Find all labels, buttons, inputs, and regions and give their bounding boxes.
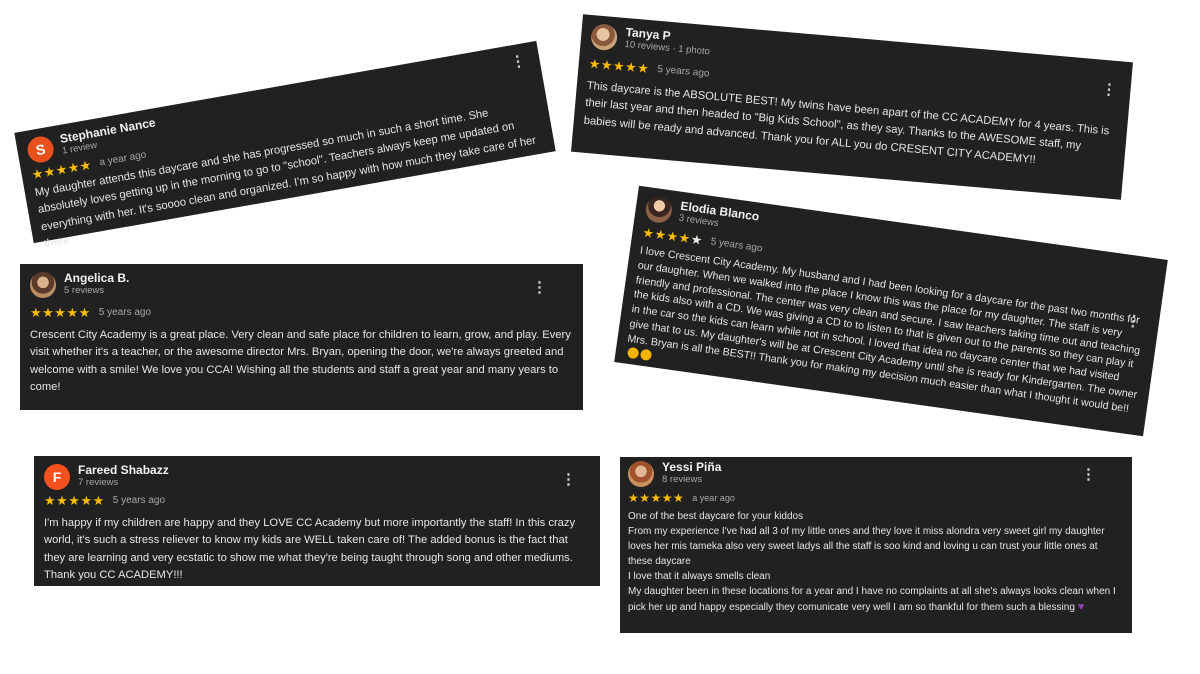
- review-date: 5 years ago: [112, 495, 166, 506]
- review-header: Angelica B. 5 reviews ⋮: [30, 271, 571, 298]
- more-options-icon[interactable]: ⋮: [1123, 312, 1144, 331]
- avatar[interactable]: F: [44, 464, 70, 490]
- avatar[interactable]: [628, 461, 654, 487]
- review-date: a year ago: [692, 493, 735, 503]
- review-text: I'm happy if my children are happy and t…: [44, 517, 576, 582]
- review-date: 5 years ago: [656, 63, 710, 80]
- more-options-icon[interactable]: ⋮: [1079, 467, 1098, 482]
- avatar[interactable]: [30, 272, 56, 298]
- star-rating: ★★★★★: [588, 55, 651, 77]
- review-header: F Fareed Shabazz 7 reviews ⋮: [44, 463, 588, 490]
- reviewer-meta: 5 reviews: [64, 284, 105, 296]
- star-rating: ★★★★★: [628, 491, 685, 505]
- review-card-yessi: Yessi Piña 8 reviews ⋮ ★★★★★ a year ago …: [620, 457, 1132, 633]
- review-date: 5 years ago: [709, 236, 764, 255]
- avatar[interactable]: [644, 195, 674, 225]
- more-options-icon[interactable]: ⋮: [507, 52, 528, 71]
- review-text-body: One of the best daycare for your kiddos …: [628, 511, 1116, 613]
- review-text: Crescent City Academy is a great place. …: [30, 329, 571, 394]
- review-date: 5 years ago: [98, 307, 152, 318]
- review-card-tanya: Tanya P 10 reviews · 1 photo ⋮ ★★★★★ 5 y…: [571, 14, 1133, 200]
- more-options-icon[interactable]: ⋮: [1099, 81, 1119, 99]
- more-options-icon[interactable]: ⋮: [559, 472, 578, 487]
- review-card-elodia: Elodia Blanco 3 reviews ⋮ ★★★★★ 5 years …: [614, 185, 1168, 437]
- emoji-icon: [626, 346, 640, 360]
- emoji-icon: [639, 348, 653, 361]
- star-rating: ★★★★★: [44, 493, 105, 508]
- reviewer-name[interactable]: Angelica B.: [64, 271, 129, 286]
- review-text: My daughter attends this daycare and she…: [34, 107, 537, 251]
- star-rating: ★★★★★: [30, 305, 91, 320]
- avatar[interactable]: S: [25, 134, 56, 165]
- review-header: Yessi Piña 8 reviews ⋮: [628, 460, 1124, 487]
- reviewer-meta: 7 reviews: [78, 476, 119, 488]
- review-card-angelica: Angelica B. 5 reviews ⋮ ★★★★★ 5 years ag…: [20, 264, 583, 410]
- reviewer-name[interactable]: Yessi Piña: [662, 460, 721, 475]
- review-card-fareed: F Fareed Shabazz 7 reviews ⋮ ★★★★★ 5 yea…: [34, 456, 600, 586]
- reviewer-name[interactable]: Fareed Shabazz: [78, 463, 169, 478]
- more-options-icon[interactable]: ⋮: [530, 280, 549, 295]
- heart-icon: ♥: [1077, 601, 1085, 613]
- review-card-stephanie: S Stephanie Nance 1 review ⋮ ★★★★★ a yea…: [14, 40, 556, 250]
- review-text: One of the best daycare for your kiddos …: [628, 509, 1124, 616]
- avatar[interactable]: [590, 23, 619, 52]
- star-rating: ★★★★★: [641, 224, 704, 249]
- reviewer-meta: 8 reviews: [662, 473, 703, 485]
